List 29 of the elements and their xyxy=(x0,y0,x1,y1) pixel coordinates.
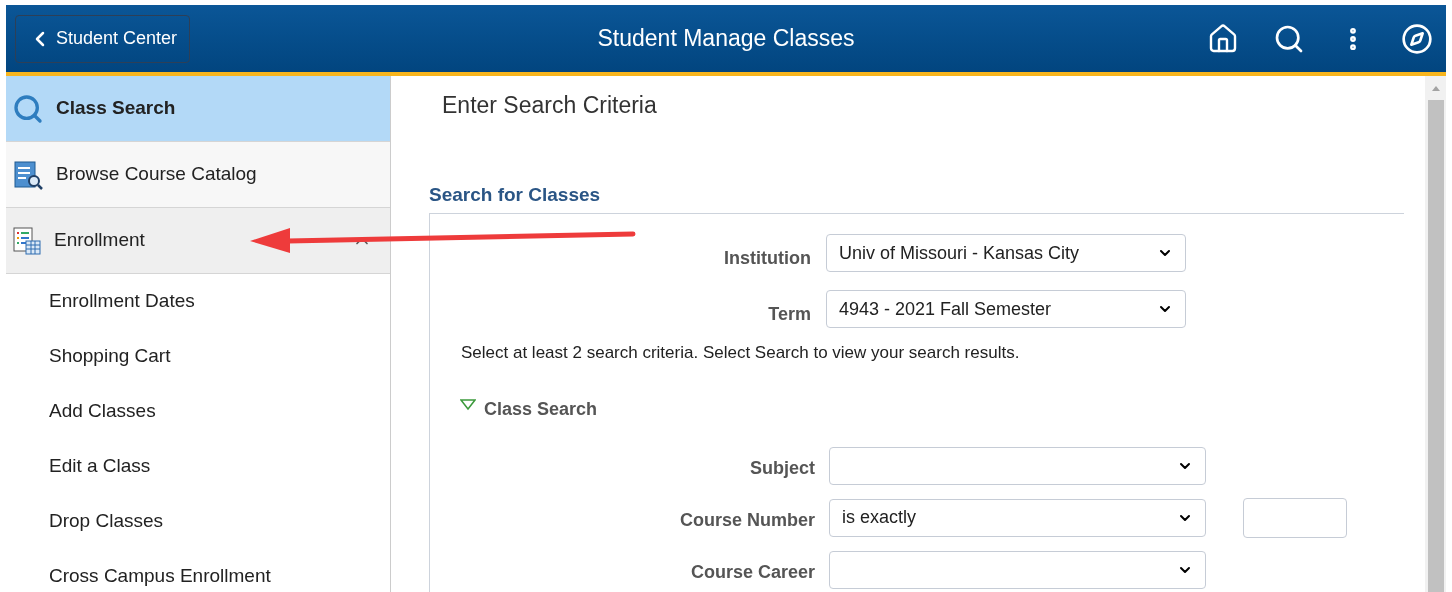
compass-icon[interactable] xyxy=(1401,22,1433,55)
field-label: Subject xyxy=(749,457,816,480)
input-field[interactable] xyxy=(1243,497,1347,538)
sidebar-item[interactable]: Browse Course Catalog xyxy=(6,142,390,208)
triangle-down-icon xyxy=(460,399,476,411)
list-calendar-icon xyxy=(12,225,42,256)
dropdown-field[interactable]: is exactly xyxy=(829,498,1206,537)
field-label: Course Career xyxy=(689,561,816,584)
search-icon xyxy=(12,92,44,125)
field-label: Term xyxy=(767,302,812,326)
dropdown-field[interactable]: Univ of Missouri - Kansas City xyxy=(826,234,1186,272)
section-title: Search for Classes xyxy=(429,182,602,207)
field-label: Institution xyxy=(723,246,812,270)
scroll-up-icon[interactable] xyxy=(1430,84,1441,92)
scroll-thumb[interactable] xyxy=(1427,100,1444,592)
back-button[interactable]: Student Center xyxy=(15,14,191,63)
section-toggle[interactable]: Class Search xyxy=(460,395,598,423)
instruction-text: Select at least 2 search criteria. Select Search to view your search results. xyxy=(460,342,1021,364)
document-search-icon xyxy=(12,158,44,191)
page-heading: Enter Search Criteria xyxy=(441,91,658,120)
dropdown-field[interactable] xyxy=(829,446,1206,485)
field-label: Course Number xyxy=(678,509,816,532)
dropdown-field[interactable]: 4943 - 2021 Fall Semester xyxy=(826,290,1186,328)
page-title: Student Manage Classes xyxy=(597,24,855,54)
dropdown-field[interactable] xyxy=(829,550,1206,589)
sidebar-item[interactable]: Enrollment xyxy=(6,208,390,274)
sidebar-item[interactable]: Class Search xyxy=(6,76,390,142)
home-icon[interactable] xyxy=(1207,22,1239,55)
scrollbar[interactable] xyxy=(1425,76,1446,592)
